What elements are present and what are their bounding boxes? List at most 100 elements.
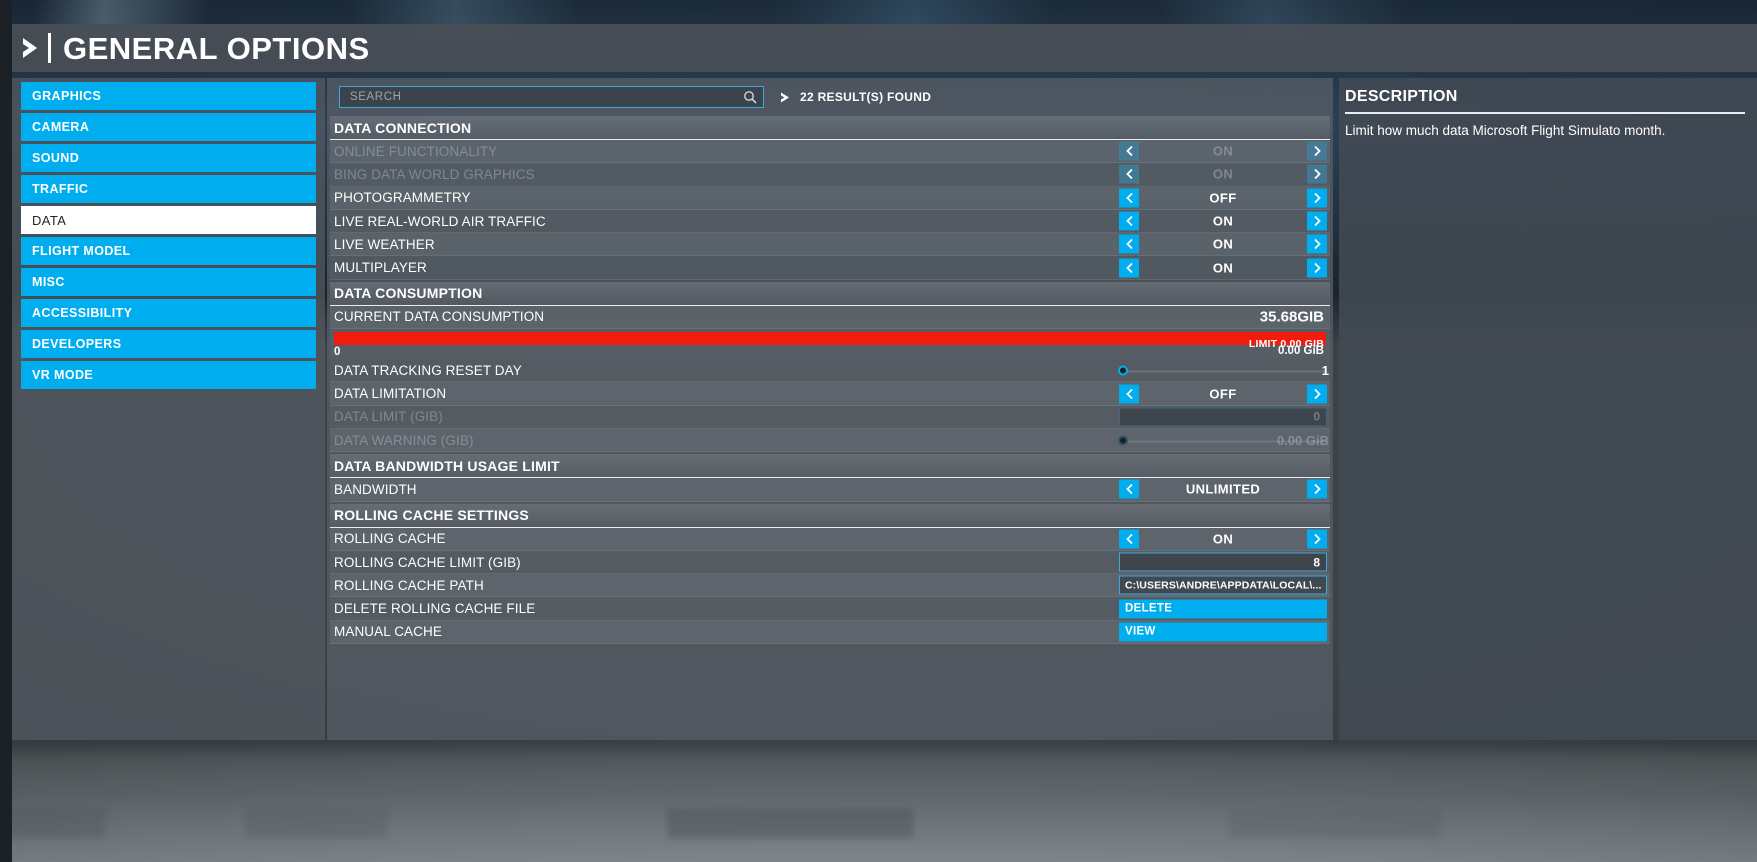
section-header-data-connection: DATA CONNECTION (330, 116, 1330, 140)
sidebar-item-label: DEVELOPERS (32, 337, 122, 351)
setting-row-delete-rolling-cache-file: DELETE ROLLING CACHE FILE DELETE (330, 597, 1330, 621)
spinner-next-button[interactable] (1307, 164, 1327, 184)
setting-row-data-limitation: DATA LIMITATION OFF (330, 382, 1330, 406)
spinner-prev-button[interactable] (1119, 188, 1139, 208)
section-title: ROLLING CACHE SETTINGS (334, 507, 529, 524)
spinner-next-button[interactable] (1307, 258, 1327, 278)
setting-row-bing-data-world-graphics: BING DATA WORLD GRAPHICS ON (330, 163, 1330, 187)
delete-cache-button[interactable]: DELETE (1119, 599, 1327, 619)
slider-value: 0.00 GiB (1276, 432, 1329, 448)
section-title: DATA CONSUMPTION (334, 285, 483, 302)
spinner-next-button[interactable] (1307, 234, 1327, 254)
spinner-value: ON (1212, 531, 1234, 547)
data-consumption-meter: LIMIT 0.00 GIB 0 0.00 GiB (330, 329, 1330, 360)
button-label: DELETE (1125, 602, 1173, 615)
magnifier-icon[interactable] (743, 90, 757, 104)
slider-value: 1 (1321, 362, 1329, 378)
spinner-control: OFF (1119, 384, 1327, 404)
sidebar: GRAPHICS CAMERA SOUND TRAFFIC DATA FLIGH… (12, 78, 325, 740)
spinner-value: ON (1212, 166, 1234, 182)
sidebar-item-camera[interactable]: CAMERA (21, 113, 316, 141)
setting-row-manual-cache: MANUAL CACHE VIEW (330, 620, 1330, 645)
sidebar-item-label: ACCESSIBILITY (32, 306, 133, 320)
current-consumption-value: 35.68GIB (1259, 308, 1324, 326)
header-divider (48, 33, 51, 63)
view-manual-cache-button[interactable]: VIEW (1119, 622, 1327, 642)
sidebar-item-misc[interactable]: MISC (21, 268, 316, 296)
sidebar-item-graphics[interactable]: GRAPHICS (21, 82, 316, 110)
setting-row-photogrammetry: PHOTOGRAMMETRY OFF (330, 186, 1330, 210)
input-value: 8 (1313, 555, 1320, 569)
setting-row-current-data-consumption: CURRENT DATA CONSUMPTION 35.68GIB (330, 305, 1330, 330)
chevron-right-icon (780, 91, 792, 104)
slider-knob[interactable] (1118, 365, 1129, 376)
spinner-next-button[interactable] (1307, 141, 1327, 161)
description-text: Limit how much data Microsoft Flight Sim… (1345, 122, 1666, 138)
spinner-control: UNLIMITED (1119, 479, 1327, 499)
sidebar-item-traffic[interactable]: TRAFFIC (21, 175, 316, 203)
search-results-count: 22 RESULT(S) FOUND (780, 90, 931, 104)
search-row: SEARCH 22 RESULT(S) FOUND (339, 84, 1321, 110)
spinner-prev-button[interactable] (1119, 211, 1139, 231)
sidebar-item-developers[interactable]: DEVELOPERS (21, 330, 316, 358)
spinner-value: ON (1212, 236, 1234, 252)
sidebar-item-label: DATA (32, 212, 67, 228)
sidebar-item-vr-mode[interactable]: VR MODE (21, 361, 316, 389)
spinner-next-button[interactable] (1307, 529, 1327, 549)
spinner-next-button[interactable] (1307, 211, 1327, 231)
sidebar-item-accessibility[interactable]: ACCESSIBILITY (21, 299, 316, 327)
sidebar-item-data[interactable]: DATA (21, 206, 316, 234)
setting-row-data-tracking-reset-day: DATA TRACKING RESET DAY 1 (330, 359, 1330, 383)
spinner-control: ON (1119, 234, 1327, 254)
settings-panel: SEARCH 22 RESULT(S) FOUND DATA CONNECTIO… (327, 78, 1333, 740)
section-header-data-consumption: DATA CONSUMPTION (330, 281, 1330, 306)
spinner-prev-button[interactable] (1119, 234, 1139, 254)
search-results-label: 22 RESULT(S) FOUND (800, 90, 932, 104)
section-title: DATA BANDWIDTH USAGE LIMIT (334, 457, 560, 474)
sidebar-item-sound[interactable]: SOUND (21, 144, 316, 172)
slider-control[interactable]: 1 (1118, 361, 1329, 380)
slider-knob[interactable] (1118, 435, 1129, 446)
spinner-next-button[interactable] (1307, 188, 1327, 208)
spinner-control: ON (1119, 529, 1327, 549)
spinner-next-button[interactable] (1307, 384, 1327, 404)
spinner-next-button[interactable] (1307, 479, 1327, 499)
sidebar-item-label: GRAPHICS (32, 89, 102, 103)
slider-control[interactable]: 0.00 GiB (1118, 431, 1329, 450)
spinner-prev-button[interactable] (1119, 258, 1139, 278)
spinner-control: ON (1119, 258, 1327, 278)
search-input[interactable]: SEARCH (339, 86, 764, 108)
consumption-zero-label: 0 (334, 346, 341, 359)
setting-row-rolling-cache: ROLLING CACHE ON (330, 527, 1330, 551)
sidebar-item-label: SOUND (32, 151, 80, 165)
settings-list: DATA CONNECTION ONLINE FUNCTIONALITY ON … (330, 114, 1330, 734)
setting-row-multiplayer: MULTIPLAYER ON (330, 256, 1330, 280)
spinner-prev-button[interactable] (1119, 164, 1139, 184)
search-placeholder: SEARCH (350, 91, 402, 103)
description-title: DESCRIPTION (1345, 88, 1458, 105)
spinner-value: OFF (1209, 190, 1237, 206)
consumption-used-label: 0.00 GiB (1277, 345, 1324, 358)
spinner-value: OFF (1209, 386, 1237, 402)
page-title: GENERAL OPTIONS (63, 30, 370, 66)
screen-left-edge (0, 0, 12, 862)
spinner-control: ON (1119, 164, 1327, 184)
input-value: 0 (1313, 409, 1320, 424)
rolling-cache-limit-input[interactable]: 8 (1119, 552, 1327, 572)
spinner-value: UNLIMITED (1185, 481, 1261, 497)
data-limit-input[interactable]: 0 (1119, 407, 1327, 427)
setting-row-live-real-world-air-traffic: LIVE REAL-WORLD AIR TRAFFIC ON (330, 209, 1330, 234)
spinner-prev-button[interactable] (1119, 141, 1139, 161)
rolling-cache-path-input[interactable]: C:\USERS\ANDRE\APPDATA\LOCAL\... (1119, 575, 1327, 595)
spinner-prev-button[interactable] (1119, 384, 1139, 404)
setting-row-bandwidth: BANDWIDTH UNLIMITED (330, 478, 1330, 502)
sidebar-item-flight-model[interactable]: FLIGHT MODEL (21, 237, 316, 265)
spinner-control: OFF (1119, 188, 1327, 208)
spinner-prev-button[interactable] (1119, 529, 1139, 549)
sidebar-item-label: FLIGHT MODEL (32, 244, 131, 258)
sidebar-item-label: MISC (32, 275, 65, 289)
setting-row-rolling-cache-path: ROLLING CACHE PATH C:\USERS\ANDRE\APPDAT… (330, 574, 1330, 598)
spinner-prev-button[interactable] (1119, 479, 1139, 499)
spinner-control: ON (1119, 211, 1327, 231)
description-panel: DESCRIPTION Limit how much data Microsof… (1339, 78, 1757, 740)
